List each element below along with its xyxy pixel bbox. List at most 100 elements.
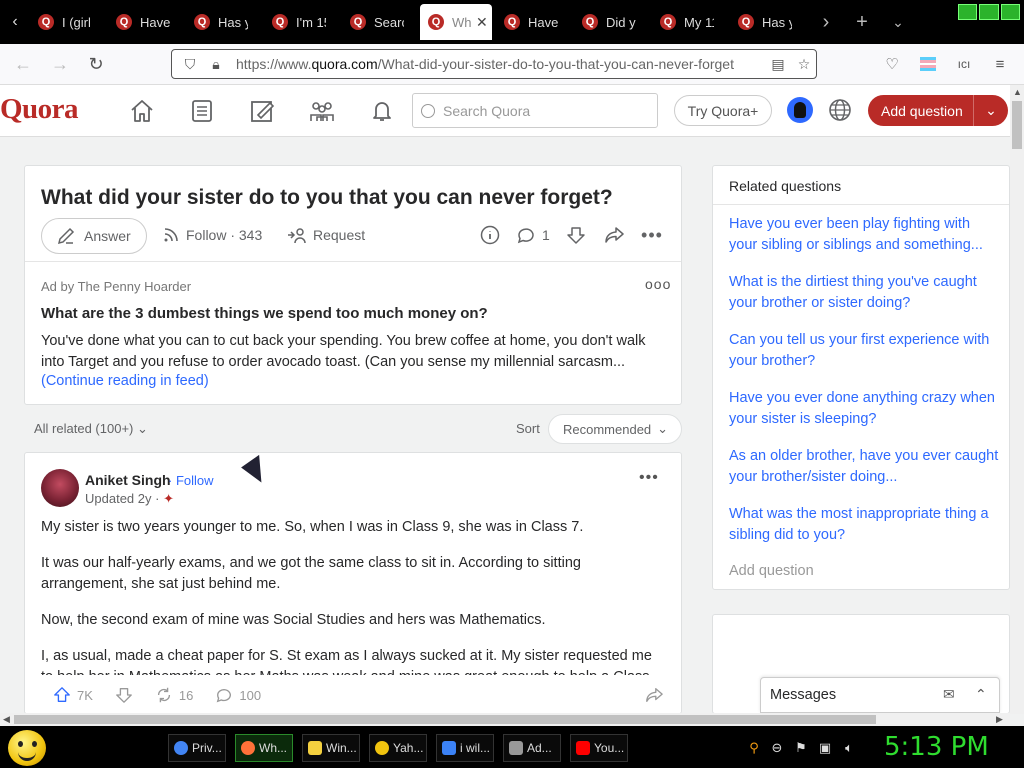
horizontal-scrollbar[interactable]: ◀ ▶	[0, 713, 1010, 726]
taskbar-item[interactable]: Win...	[302, 734, 360, 762]
tabs-scroll-left-button[interactable]: ‹	[0, 0, 30, 44]
request-button[interactable]: Request	[287, 226, 365, 244]
user-avatar[interactable]	[787, 97, 813, 123]
follow-author-link[interactable]: · Follow	[168, 473, 214, 488]
related-question-link[interactable]: Can you tell us your first experience wi…	[729, 330, 999, 372]
answer-button[interactable]: Answer	[41, 218, 147, 254]
back-button[interactable]: ←	[11, 52, 35, 76]
search-tray-icon[interactable]: ⚲	[746, 740, 762, 756]
network-tray-icon[interactable]: ▣	[817, 740, 833, 756]
related-question-link[interactable]: Have you ever done anything crazy when y…	[729, 388, 999, 430]
related-question-link[interactable]: As an older brother, have you ever caugh…	[729, 446, 999, 488]
upvote-button[interactable]: 7K	[53, 686, 93, 704]
author-name[interactable]: Aniket Singh	[85, 472, 171, 488]
language-globe-icon[interactable]	[827, 97, 853, 123]
search-box[interactable]	[412, 93, 658, 128]
answer-more-options-icon[interactable]: •••	[639, 469, 659, 487]
author-avatar[interactable]	[41, 469, 79, 507]
chevron-up-icon[interactable]: ⌃	[975, 686, 987, 703]
tab-9[interactable]: QMy 11	[652, 4, 726, 40]
taskbar-item[interactable]: Wh...	[235, 734, 293, 762]
related-question-link[interactable]: What was the most inappropriate thing a …	[729, 504, 999, 546]
related-question-link[interactable]: What is the dirtiest thing you've caught…	[729, 272, 999, 314]
tab-3[interactable]: Q Has y	[186, 4, 260, 40]
try-quora-plus-button[interactable]: Try Quora+	[674, 95, 772, 126]
taskbar-item[interactable]: You...	[570, 734, 628, 762]
scrollbar-thumb[interactable]	[1012, 101, 1022, 149]
ad-more-options-icon[interactable]: ooo	[645, 276, 671, 292]
url-bar[interactable]: ⛉ 🔒︎ https://www.quora.com/What-did-your…	[171, 49, 817, 79]
forward-button[interactable]: →	[48, 52, 72, 76]
scrollbar-thumb[interactable]	[14, 715, 876, 724]
scroll-left-arrow-icon[interactable]: ◀	[3, 714, 10, 725]
compose-message-icon[interactable]: ✉	[943, 686, 955, 703]
taskbar-item[interactable]: Ad...	[503, 734, 561, 762]
minus-tray-icon[interactable]: ⊖	[769, 740, 785, 756]
sort-dropdown[interactable]: Recommended ⌄	[548, 414, 682, 444]
info-icon[interactable]	[479, 224, 501, 246]
taskbar-item[interactable]: Yah...	[369, 734, 427, 762]
search-input[interactable]	[443, 102, 643, 119]
tab-7[interactable]: Q Have	[496, 4, 570, 40]
new-tab-button[interactable]: +	[844, 0, 880, 44]
close-tab-icon[interactable]: ✕	[476, 14, 488, 31]
downvote-button[interactable]	[115, 686, 133, 704]
downvote-icon[interactable]	[565, 224, 587, 246]
taskbar-item[interactable]: i wil...	[436, 734, 494, 762]
url-text[interactable]: https://www.quora.com/What-did-your-sist…	[236, 56, 756, 72]
reload-button[interactable]: ↻	[84, 52, 108, 76]
quora-logo[interactable]: Quora	[0, 93, 79, 126]
bookmark-star-icon[interactable]: ☆	[792, 56, 816, 73]
following-icon[interactable]	[188, 97, 216, 125]
question-title[interactable]: What did your sister do to you that you …	[41, 186, 613, 210]
all-related-filter[interactable]: All related (100+) ⌄	[34, 421, 148, 437]
tab-2[interactable]: Q Have	[108, 4, 182, 40]
answer-edit-icon[interactable]	[248, 97, 276, 125]
extension-flag-icon[interactable]	[916, 52, 940, 76]
spaces-icon[interactable]	[308, 97, 336, 125]
terminal-icon	[509, 741, 523, 755]
tab-5[interactable]: QSearch	[342, 4, 416, 40]
extension-icon[interactable]: ıcı	[952, 52, 976, 76]
quora-favicon-icon: Q	[738, 14, 754, 30]
ad-sponsor-label[interactable]: Ad by The Penny Hoarder	[41, 279, 191, 294]
menu-icon[interactable]: ≡	[988, 52, 1012, 76]
related-question-link[interactable]: Have you ever been play fighting with yo…	[729, 214, 999, 256]
tab-10[interactable]: Q Has y	[730, 4, 804, 40]
lock-icon[interactable]: 🔒︎	[204, 56, 228, 73]
share-count-button[interactable]: 16	[155, 686, 193, 704]
continue-reading-link[interactable]: (Continue reading in feed)	[41, 373, 209, 389]
scroll-right-arrow-icon[interactable]: ▶	[996, 714, 1003, 725]
volume-tray-icon[interactable]: 🔈︎	[841, 740, 857, 756]
share-icon[interactable]	[645, 686, 663, 704]
vertical-scrollbar[interactable]: ▲	[1010, 85, 1024, 714]
clock[interactable]: 5:13 PM	[884, 732, 989, 762]
notifications-bell-icon[interactable]	[368, 97, 396, 125]
tab-8[interactable]: QDid yo	[574, 4, 648, 40]
tab-4[interactable]: QI'm 15	[264, 4, 338, 40]
reader-view-icon[interactable]: ▤	[766, 56, 790, 73]
list-all-tabs-button[interactable]: ⌄	[880, 0, 916, 44]
comments-button[interactable]: 1	[516, 224, 556, 246]
taskbar-item[interactable]: Priv...	[168, 734, 226, 762]
folder-icon	[308, 741, 322, 755]
tab-1[interactable]: QI (girl,	[30, 4, 104, 40]
add-question-button[interactable]: Add question ⌄	[868, 95, 1008, 126]
tab-active[interactable]: Q Wh ✕	[420, 4, 492, 40]
chevron-down-icon[interactable]: ⌄	[974, 102, 1008, 119]
shield-icon[interactable]: ⛉	[178, 56, 202, 73]
share-icon[interactable]	[603, 224, 625, 246]
ad-title[interactable]: What are the 3 dumbest things we spend t…	[41, 305, 488, 322]
follow-question-button[interactable]: Follow · 343	[162, 226, 262, 244]
more-options-icon[interactable]: •••	[641, 224, 663, 246]
add-question-link[interactable]: Add question	[729, 563, 814, 579]
home-icon[interactable]	[128, 97, 156, 125]
pocket-icon[interactable]: ♡	[880, 52, 904, 76]
start-menu-smiley-icon[interactable]	[8, 730, 46, 766]
flag-tray-icon[interactable]: ⚑	[793, 740, 809, 756]
tabs-scroll-right-button[interactable]: ›	[808, 0, 844, 44]
comment-count-button[interactable]: 100	[215, 686, 261, 704]
messages-panel[interactable]: Messages ✉ ⌃	[760, 677, 1000, 713]
scroll-up-arrow-icon[interactable]: ▲	[1013, 87, 1022, 97]
smiley-app-icon	[375, 741, 389, 755]
